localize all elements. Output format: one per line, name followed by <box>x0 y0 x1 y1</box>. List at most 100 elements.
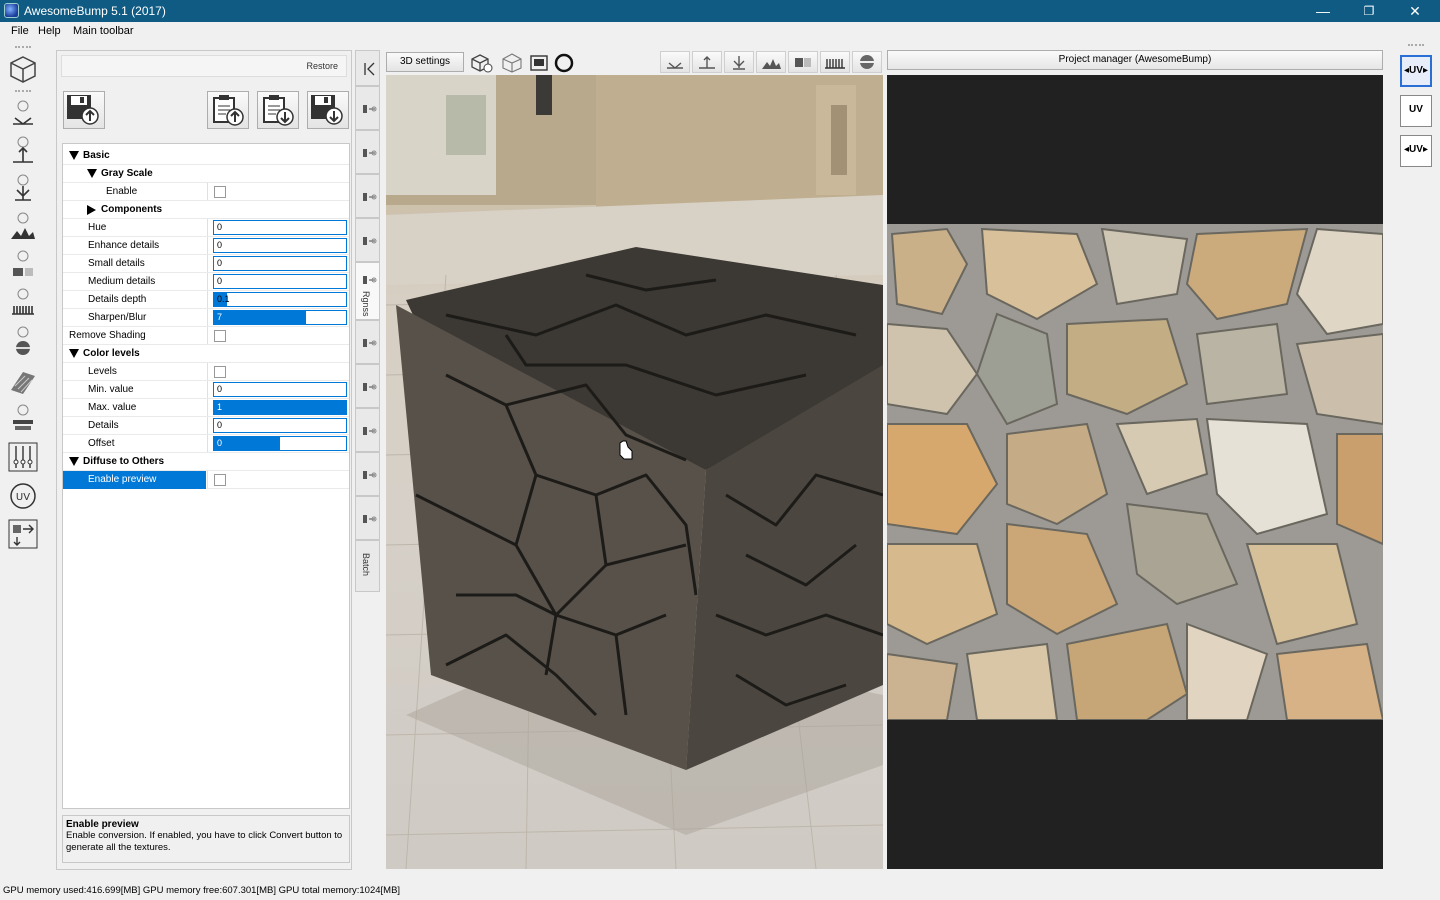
specular-tab-icon <box>360 190 377 204</box>
property-checkbox[interactable] <box>214 366 226 378</box>
sphere-icon[interactable] <box>552 52 576 74</box>
side-tab-6[interactable] <box>355 320 380 364</box>
material-icon[interactable] <box>7 366 39 396</box>
property-value-slider[interactable]: 0 <box>213 256 347 271</box>
restore-button[interactable]: Restore <box>61 55 347 77</box>
expand-arrow-icon[interactable] <box>69 457 79 466</box>
property-value-slider[interactable]: 0 <box>213 220 347 235</box>
export-icon[interactable] <box>7 519 39 549</box>
diffuse-view-icon[interactable] <box>660 51 690 73</box>
property-value-slider[interactable]: 0 <box>213 382 347 397</box>
property-row[interactable]: Sharpen/Blur 7 <box>63 309 349 327</box>
property-checkbox[interactable] <box>214 330 226 342</box>
uv-icon[interactable]: UV <box>7 481 39 511</box>
uv-translate-button[interactable]: ◂UV▸ <box>1400 55 1432 87</box>
side-tab-3[interactable] <box>355 174 380 218</box>
property-value-slider[interactable]: 1 <box>213 400 347 415</box>
height-icon[interactable] <box>7 212 39 242</box>
expand-arrow-icon[interactable] <box>69 151 79 160</box>
cube-icon[interactable] <box>7 54 39 84</box>
property-value-slider[interactable]: 7 <box>213 310 347 325</box>
metallic-icon[interactable] <box>7 326 39 356</box>
paste-up-button[interactable] <box>207 91 249 129</box>
3d-settings-button[interactable]: 3D settings <box>386 52 464 72</box>
normal-up-icon[interactable] <box>7 136 39 166</box>
normal-map-icon[interactable] <box>7 98 39 128</box>
property-row[interactable]: Enable preview <box>63 471 349 489</box>
property-row[interactable]: Enhance details 0 <box>63 237 349 255</box>
property-row[interactable]: Medium details 0 <box>63 273 349 291</box>
side-tab-11[interactable]: Batch <box>355 540 380 592</box>
roughness-view-icon[interactable] <box>820 51 850 73</box>
property-row[interactable]: Components <box>63 201 349 219</box>
side-tab-0[interactable] <box>355 50 380 86</box>
menu-main-toolbar[interactable]: Main toolbar <box>73 25 134 37</box>
property-row[interactable]: Min. value 0 <box>63 381 349 399</box>
property-value-slider[interactable]: 0 <box>213 418 347 433</box>
viewport-3d-toolbar: 3D settings <box>386 51 883 75</box>
specular-view-icon[interactable] <box>724 51 754 73</box>
property-value-slider[interactable]: 0 <box>213 274 347 289</box>
property-checkbox[interactable] <box>214 474 226 486</box>
property-value-slider[interactable]: 0 <box>213 238 347 253</box>
side-tab-8[interactable] <box>355 408 380 452</box>
property-label: Color levels <box>83 348 140 359</box>
property-row[interactable]: Gray Scale <box>63 165 349 183</box>
side-tab-1[interactable] <box>355 86 380 130</box>
specular-icon[interactable] <box>7 174 39 204</box>
property-label: Gray Scale <box>101 168 153 179</box>
project-manager-button[interactable]: Project manager (AwesomeBump) <box>887 50 1383 70</box>
side-tab-9[interactable] <box>355 452 380 496</box>
property-row[interactable]: Details 0 <box>63 417 349 435</box>
save-settings-button[interactable] <box>63 91 105 129</box>
collapsed-arrow-icon[interactable] <box>87 205 96 215</box>
minimize-button[interactable]: — <box>1300 0 1346 22</box>
maximize-button[interactable]: ❐ <box>1346 0 1392 22</box>
property-row[interactable]: Levels <box>63 363 349 381</box>
side-tab-7[interactable] <box>355 364 380 408</box>
sliders-icon[interactable] <box>7 442 39 472</box>
paste-down-button[interactable] <box>257 91 299 129</box>
expand-arrow-icon[interactable] <box>87 169 97 178</box>
close-button[interactable]: ✕ <box>1392 0 1438 22</box>
uv-move-button[interactable]: ◂UV▸ <box>1400 135 1432 167</box>
side-tab-5[interactable]: Rgnss <box>355 262 380 320</box>
menu-file[interactable]: File <box>11 25 29 37</box>
property-row[interactable]: Color levels <box>63 345 349 363</box>
metallic-view-icon[interactable] <box>852 51 882 73</box>
property-label: Details <box>88 420 119 431</box>
metallic-tab-icon <box>360 336 377 350</box>
height-view-icon[interactable] <box>756 51 786 73</box>
property-row[interactable]: Diffuse to Others <box>63 453 349 471</box>
cube-settings-icon[interactable] <box>470 52 494 74</box>
property-row[interactable]: Basic <box>63 147 349 165</box>
property-row[interactable]: Enable <box>63 183 349 201</box>
property-row[interactable]: Details depth 0.1 <box>63 291 349 309</box>
expand-arrow-icon[interactable] <box>69 349 79 358</box>
property-row[interactable]: Offset 0 <box>63 435 349 453</box>
normal-view-icon[interactable] <box>692 51 722 73</box>
viewport-3d[interactable] <box>386 75 883 869</box>
menu-help[interactable]: Help <box>38 25 61 37</box>
camera-icon[interactable] <box>528 52 552 74</box>
roughness-icon[interactable] <box>7 288 39 318</box>
load-settings-button[interactable] <box>307 91 349 129</box>
help-description: Enable conversion. If enabled, you have … <box>66 830 343 853</box>
side-tab-2[interactable] <box>355 130 380 174</box>
property-row[interactable]: Hue 0 <box>63 219 349 237</box>
stone-texture-image <box>887 224 1383 721</box>
wireframe-cube-icon[interactable] <box>500 52 524 74</box>
side-tab-10[interactable] <box>355 496 380 540</box>
property-row[interactable]: Small details 0 <box>63 255 349 273</box>
occlusion-view-icon[interactable] <box>788 51 818 73</box>
side-tab-4[interactable] <box>355 218 380 262</box>
property-row[interactable]: Max. value 1 <box>63 399 349 417</box>
property-checkbox[interactable] <box>214 186 226 198</box>
property-value-slider[interactable]: 0.1 <box>213 292 347 307</box>
uv-scale-button[interactable]: UV <box>1400 95 1432 127</box>
grunge-icon[interactable] <box>7 404 39 434</box>
property-row[interactable]: Remove Shading <box>63 327 349 345</box>
viewport-2d[interactable] <box>887 75 1383 869</box>
property-value-slider[interactable]: 0 <box>213 436 347 451</box>
occlusion-icon[interactable] <box>7 250 39 280</box>
